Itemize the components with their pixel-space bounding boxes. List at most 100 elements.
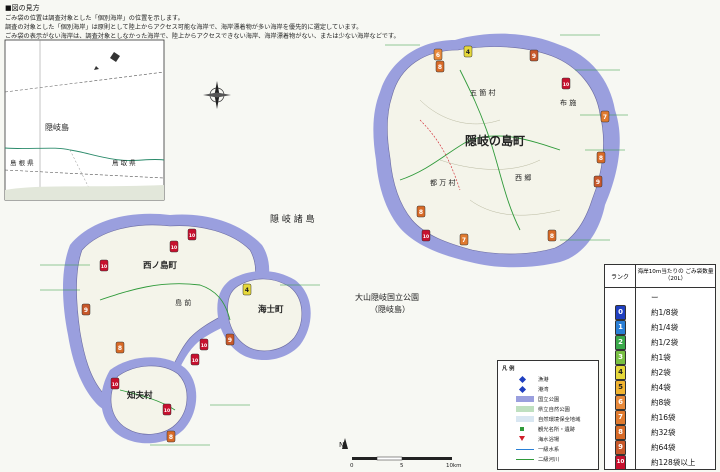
legend-item-fishing-port: 漁港 — [538, 377, 549, 383]
garbage-bag-marker: 9 — [81, 303, 91, 316]
label-ama: 海士町 — [258, 304, 284, 315]
svg-text:4: 4 — [245, 287, 249, 294]
legend-item-pref-park: 県立自然公園 — [538, 407, 570, 413]
dogo-island — [373, 33, 620, 268]
garbage-bag-marker: 10 — [162, 403, 172, 416]
inset-map — [4, 39, 165, 201]
rank-amount-label: 約8袋 — [651, 398, 671, 407]
legend-item-river1: 一級水系 — [538, 447, 560, 453]
national-park-swatch — [516, 396, 534, 402]
rank-row: 4 約2袋 — [605, 364, 715, 380]
garbage-bag-marker: 4 — [463, 45, 473, 58]
garbage-bag-icon: 6 — [615, 395, 626, 410]
svg-text:10: 10 — [563, 82, 569, 88]
rank-amount-label: 約4袋 — [651, 383, 671, 392]
rank-row: 9 約64袋 — [605, 439, 715, 455]
rank-amount-label: 約16袋 — [651, 413, 676, 422]
svg-text:8: 8 — [599, 155, 603, 162]
svg-text:8: 8 — [118, 345, 122, 352]
compass-icon — [203, 81, 231, 109]
rank-amount-label: 約1/2袋 — [651, 338, 679, 347]
label-tsuma: 都 万 村 — [430, 178, 455, 187]
svg-text:10: 10 — [423, 234, 429, 240]
garbage-bag-marker: 8 — [166, 430, 176, 443]
beach-icon — [519, 436, 525, 441]
garbage-bag-marker: 10 — [561, 77, 571, 90]
conservation-swatch — [516, 416, 534, 422]
garbage-bag-marker: 10 — [199, 338, 209, 351]
port-icon — [518, 385, 527, 394]
rank-row: 5 約4袋 — [605, 379, 715, 395]
dozen-islands — [63, 213, 311, 444]
svg-text:8: 8 — [169, 434, 173, 441]
svg-text:7: 7 — [603, 114, 607, 121]
svg-text:9: 9 — [532, 53, 536, 60]
garbage-bag-marker: 10 — [169, 240, 179, 253]
rank-amount-label: 約128袋以上 — [651, 458, 696, 467]
legend: 凡 例 漁港 港湾 国立公園 県立自然公園 自然環境保全地域 観光名所・遺跡 海… — [497, 360, 599, 470]
fishing-port-icon — [518, 375, 527, 384]
pref-park-swatch — [516, 406, 534, 412]
rank-table: ランク 海岸10m当たりの ごみ袋数量（20L） ー 0 約1/8袋 1 約1/4袋 2 約… — [604, 264, 716, 470]
scale-10: 10km — [446, 463, 462, 469]
garbage-bag-marker: 7 — [600, 110, 610, 123]
rank-row: 10 約128袋以上 — [605, 454, 715, 470]
amount-header: 海岸10m当たりの ごみ袋数量（20L） — [636, 265, 715, 288]
garbage-bag-marker: 9 — [593, 175, 603, 188]
garbage-bag-icon: 7 — [615, 410, 626, 425]
svg-text:8: 8 — [419, 209, 423, 216]
legend-title: 凡 例 — [502, 366, 515, 372]
rank-amount-label: 約1/8袋 — [651, 308, 679, 317]
garbage-bag-marker: 7 — [459, 233, 469, 246]
svg-text:8: 8 — [438, 64, 442, 71]
garbage-bag-marker: 10 — [110, 377, 120, 390]
label-okinoshima-town: 隠岐の島町 — [465, 133, 525, 148]
legend-item-river2: 二級河川 — [538, 457, 560, 463]
rank-row: 8 約32袋 — [605, 424, 715, 440]
label-goka: 五 箇 村 — [470, 88, 495, 97]
river2-line — [516, 459, 534, 460]
rank-amount-label: 約32袋 — [651, 428, 676, 437]
garbage-bag-marker: 9 — [225, 333, 235, 346]
label-dozen: 島 前 — [175, 298, 191, 307]
label-inset-shimane: 島 根 県 — [10, 158, 34, 167]
garbage-bag-marker: 8 — [547, 229, 557, 242]
garbage-bag-marker: 9 — [529, 49, 539, 62]
garbage-bag-marker: 8 — [115, 341, 125, 354]
legend-item-beach: 海水浴場 — [538, 437, 560, 443]
garbage-bag-marker: 6 — [433, 48, 443, 61]
rank-amount-label: 約1袋 — [651, 353, 671, 362]
scale-bar: N 0 5 10km — [339, 438, 462, 469]
garbage-bag-icon: 0 — [615, 305, 626, 320]
garbage-bag-icon: 3 — [615, 350, 626, 365]
svg-text:8: 8 — [550, 233, 554, 240]
label-fuse: 布 施 — [560, 98, 576, 107]
svg-text:6: 6 — [436, 52, 440, 59]
river1-line — [516, 449, 534, 450]
garbage-bag-marker: 4 — [242, 283, 252, 296]
rank-row: ー — [605, 289, 715, 305]
svg-text:10: 10 — [189, 233, 195, 239]
svg-text:10: 10 — [171, 245, 177, 251]
label-inset-island: 隠岐島 — [45, 122, 69, 132]
rank-header: ランク — [605, 265, 636, 288]
rank-amount-label: ー — [651, 293, 659, 302]
label-nishinoshima: 西ノ島町 — [143, 260, 178, 271]
rank-row: 1 約1/4袋 — [605, 319, 715, 335]
svg-text:9: 9 — [84, 307, 88, 314]
garbage-bag-icon: 2 — [615, 335, 626, 350]
sightseeing-icon — [520, 427, 524, 431]
rank-amount-label: 約64袋 — [651, 443, 676, 452]
svg-text:9: 9 — [228, 337, 232, 344]
rank-row: 6 約8袋 — [605, 394, 715, 410]
label-saigo: 西 郷 — [515, 173, 531, 182]
garbage-bag-icon: 1 — [615, 320, 626, 335]
rank-amount-label: 約2袋 — [651, 368, 671, 377]
label-park-1: 大山隠岐国立公園 — [355, 292, 419, 302]
svg-text:10: 10 — [101, 264, 107, 270]
svg-text:10: 10 — [112, 382, 118, 388]
garbage-bag-marker: 10 — [190, 353, 200, 366]
rank-amount-label: 約1/4袋 — [651, 323, 679, 332]
legend-item-conservation: 自然環境保全地域 — [538, 417, 581, 423]
legend-item-port: 港湾 — [538, 387, 549, 393]
